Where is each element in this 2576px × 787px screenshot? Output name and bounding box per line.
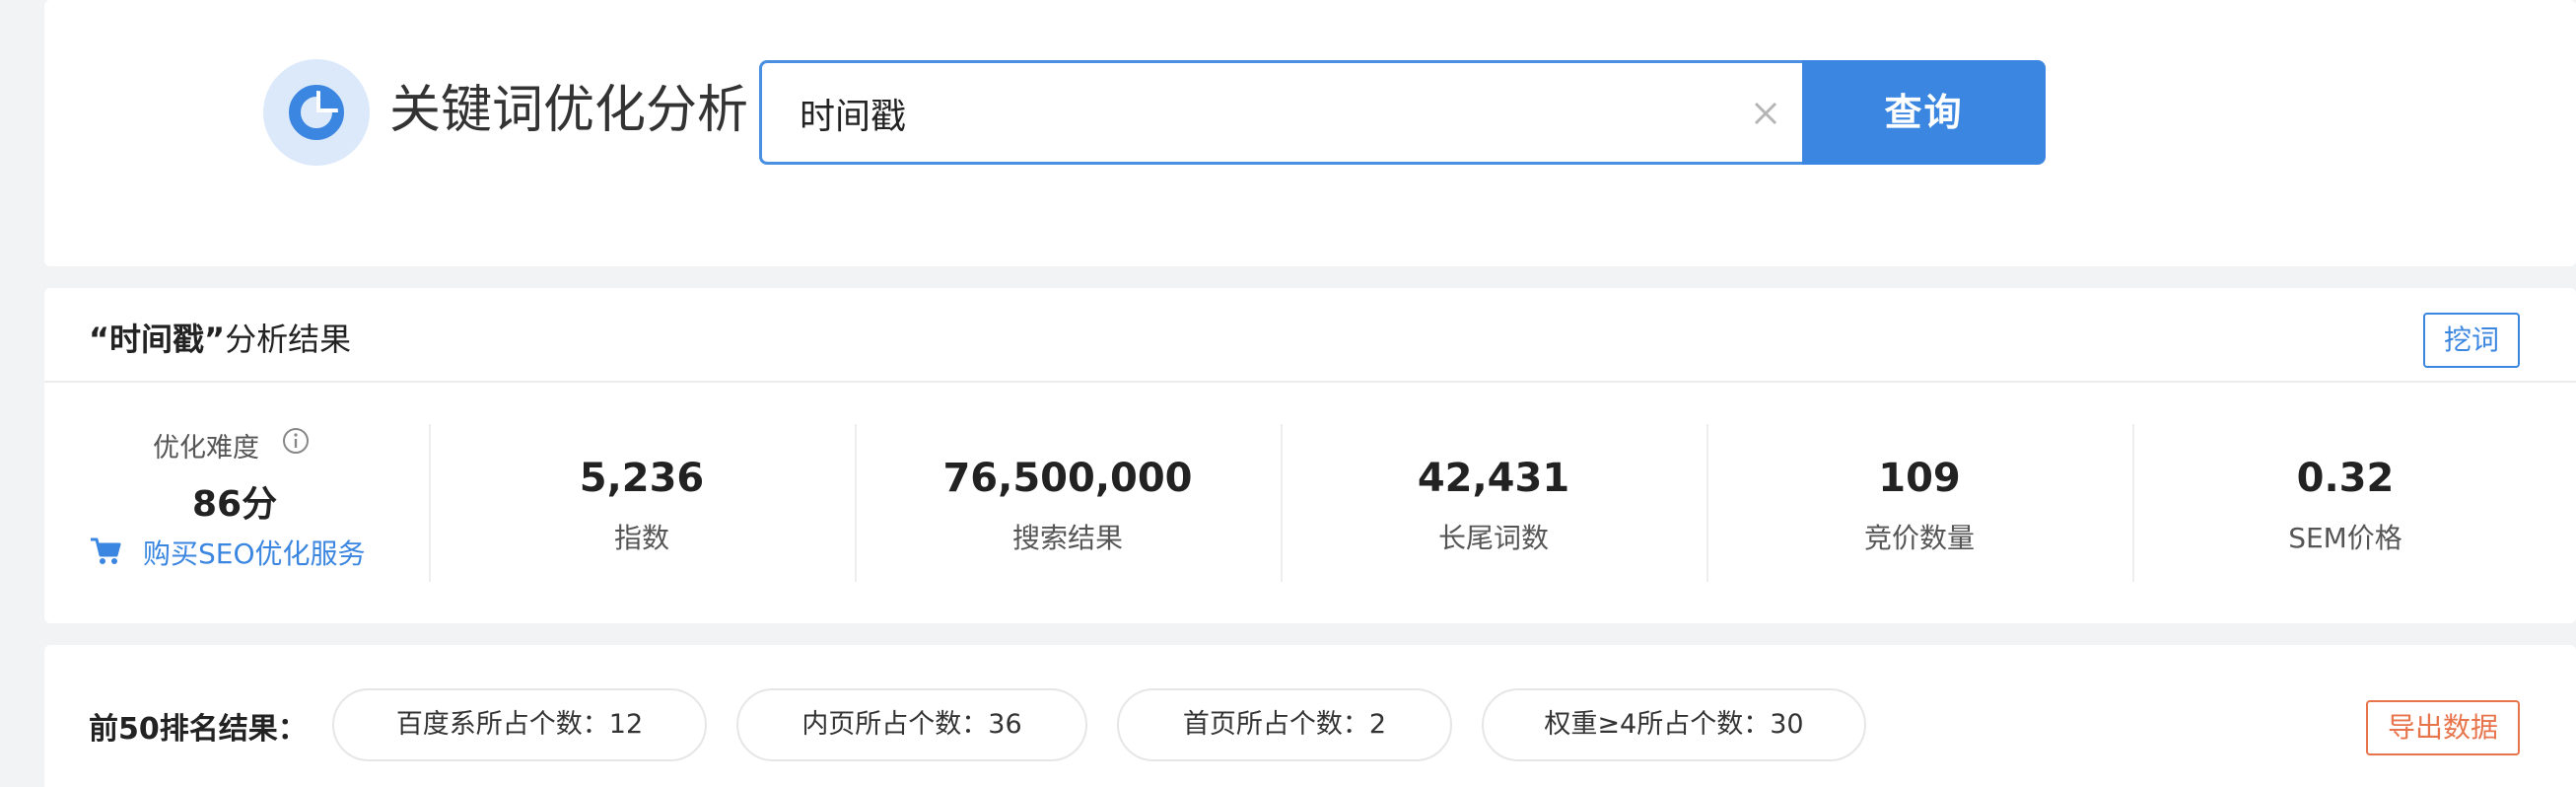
ranking-card: 前50排名结果： 百度系所占个数：12 内页所占个数：36 首页所占个数：2 权… <box>44 645 2576 787</box>
difficulty-block: 优化难度 86分 购买SEO优化服务 <box>44 426 429 604</box>
metric-label: 长尾词数 <box>1437 522 1549 554</box>
export-data-button[interactable]: 导出数据 <box>2366 700 2520 755</box>
metric-value: 0.32 <box>2296 456 2395 501</box>
pie-chart-icon <box>263 59 370 166</box>
difficulty-label: 优化难度 <box>153 433 259 464</box>
metric-label: 指数 <box>613 522 669 554</box>
search-card: 关键词优化分析 查询 <box>44 0 2576 266</box>
metric-search-results: 76,500,000 搜索结果 <box>855 454 1281 556</box>
metric-value: 109 <box>1878 456 1961 501</box>
info-icon[interactable] <box>281 426 311 456</box>
difficulty-value: 86分 <box>192 484 278 525</box>
page-title: 关键词优化分析 <box>389 81 749 140</box>
metric-longtail-count: 42,431 长尾词数 <box>1281 454 1706 556</box>
divider <box>44 381 2576 383</box>
metric-label: 竞价数量 <box>1863 522 1975 554</box>
metric-value: 42,431 <box>1417 456 1570 501</box>
metric-value: 5,236 <box>579 456 705 501</box>
pill-weight-count[interactable]: 权重≥4所占个数：30 <box>1482 688 1866 761</box>
metric-sem-price: 0.32 SEM价格 <box>2132 454 2558 556</box>
analysis-keyword: “时间戳” <box>89 321 226 358</box>
pill-home-page-count[interactable]: 首页所占个数：2 <box>1117 688 1452 761</box>
close-icon[interactable] <box>1746 94 1785 133</box>
metric-bid-count: 109 竞价数量 <box>1706 454 2132 556</box>
analysis-title: “时间戳”分析结果 <box>89 318 351 361</box>
dig-words-button[interactable]: 挖词 <box>2423 313 2520 368</box>
cart-icon <box>91 537 121 564</box>
metric-index: 5,236 指数 <box>429 454 855 556</box>
pill-baidu-count[interactable]: 百度系所占个数：12 <box>332 688 707 761</box>
analysis-card: “时间戳”分析结果 挖词 优化难度 86分 购买SEO优化服务 5,236 指数… <box>44 288 2576 623</box>
pill-inner-page-count[interactable]: 内页所占个数：36 <box>736 688 1087 761</box>
buy-seo-service-link[interactable]: 购买SEO优化服务 <box>143 533 366 572</box>
metric-label: SEM价格 <box>2288 522 2402 554</box>
search-input[interactable] <box>800 89 1687 138</box>
analysis-title-suffix: 分析结果 <box>225 321 352 358</box>
ranking-title: 前50排名结果： <box>89 712 308 747</box>
metric-value: 76,500,000 <box>942 456 1193 501</box>
page: 关键词优化分析 查询 “时间戳”分析结果 挖词 优化难度 86分 <box>0 0 2576 787</box>
metric-label: 搜索结果 <box>1011 522 1123 554</box>
query-button[interactable]: 查询 <box>1802 60 2046 165</box>
search-box <box>759 60 1802 165</box>
